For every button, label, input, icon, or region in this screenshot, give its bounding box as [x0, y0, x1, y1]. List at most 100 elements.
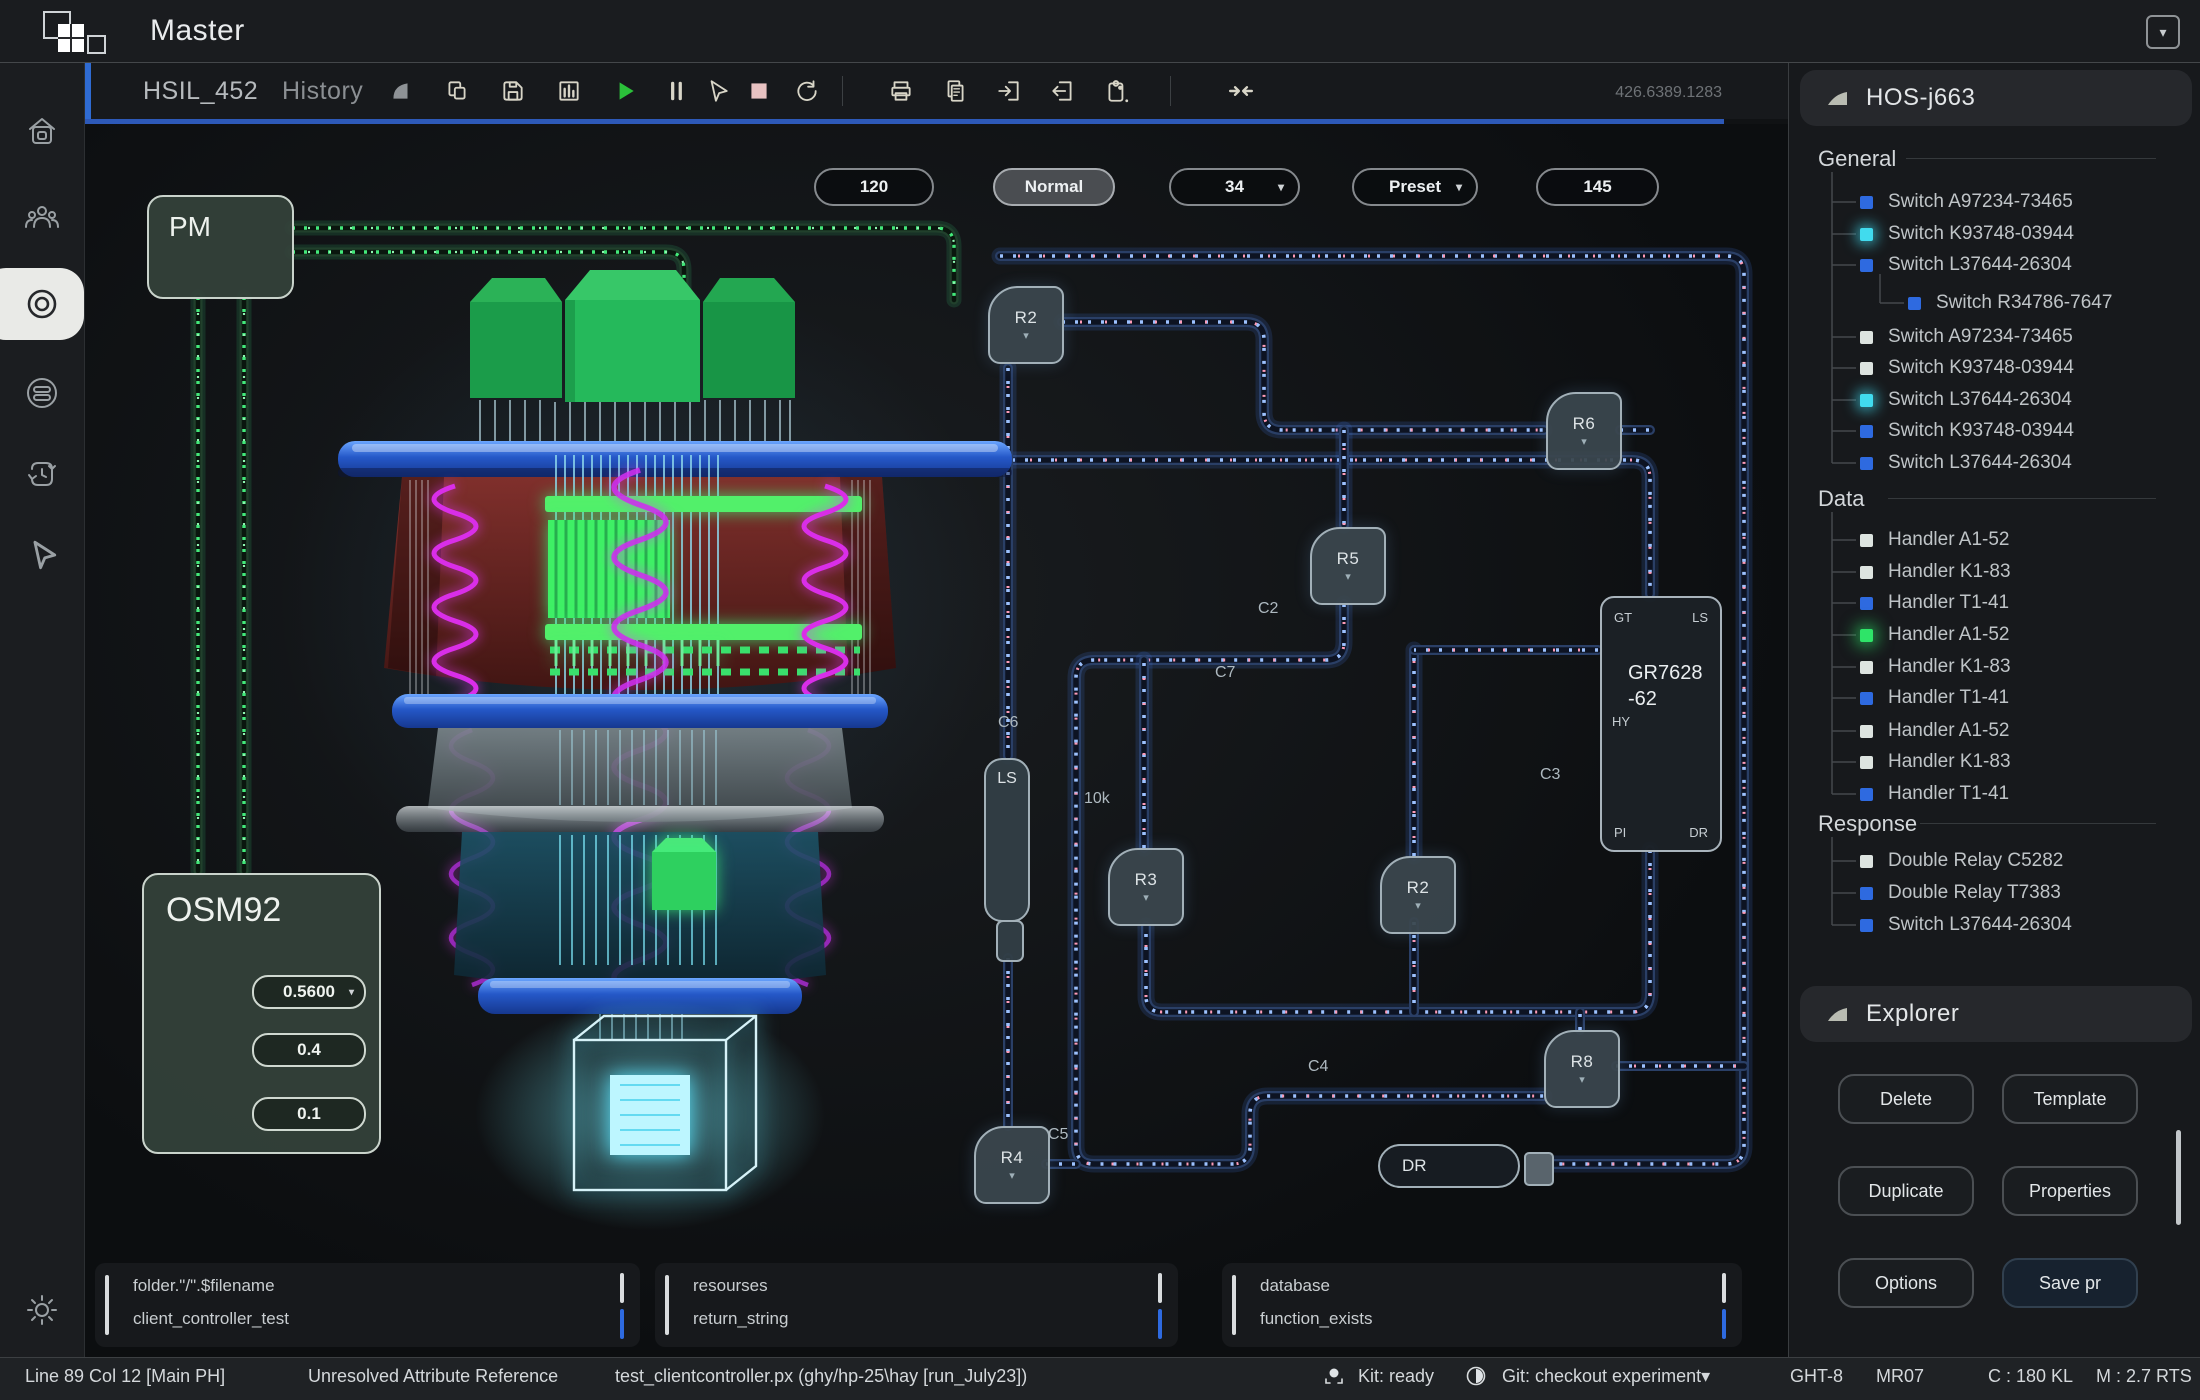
chevron-down-icon [1456, 180, 1462, 194]
tree-item[interactable]: Switch A97234-73465 [1860, 325, 2073, 349]
kit-status[interactable]: Kit: ready [1358, 1366, 1434, 1387]
home-icon [24, 115, 60, 147]
play-icon[interactable] [612, 78, 638, 104]
flag-icon[interactable] [388, 78, 414, 104]
tree-item[interactable]: Switch L37644-26304 [1860, 451, 2072, 475]
tree-item[interactable]: Handler A1-52 [1860, 719, 2009, 743]
duplicate-button[interactable]: Duplicate [1838, 1166, 1974, 1216]
node-r8[interactable]: R8 [1544, 1030, 1620, 1108]
tree-item[interactable]: Switch A97234-73465 [1860, 190, 2073, 214]
node-label: R3 [1135, 870, 1158, 890]
node-r2-top[interactable]: R2 [988, 286, 1064, 364]
io-panel-resources[interactable]: resourses return_string [655, 1263, 1178, 1347]
sidebar-item-settings[interactable] [22, 1290, 62, 1330]
node-r5[interactable]: R5 [1310, 527, 1386, 605]
explorer-title: Explorer [1866, 1000, 1959, 1028]
sidebar-item-history[interactable] [22, 454, 62, 494]
sidebar-item-cursor[interactable] [22, 535, 62, 575]
value-field-left[interactable]: 120 [814, 168, 934, 206]
histogram-icon[interactable] [556, 78, 582, 104]
pm-module-label: PM [169, 211, 211, 243]
section-data: Data [1818, 486, 1864, 512]
node-ls[interactable]: LS [984, 758, 1030, 922]
io-panel-database[interactable]: database function_exists [1222, 1263, 1742, 1347]
print-icon[interactable] [888, 78, 914, 104]
tab-hsil452[interactable]: HSIL_452 [143, 77, 258, 106]
node-r2-mid[interactable]: R2 [1380, 856, 1456, 934]
tree-item[interactable]: Handler K1-83 [1860, 560, 2011, 584]
preset-dropdown[interactable]: Preset [1352, 168, 1478, 206]
tree-item[interactable]: Switch K93748-03944 [1860, 356, 2074, 380]
sidebar-item-users[interactable] [22, 197, 62, 237]
tab-history[interactable]: History [282, 77, 363, 106]
node-label: R5 [1337, 549, 1360, 569]
osm-value-dropdown[interactable]: 0.5600 [252, 975, 366, 1009]
chevron-down-icon [1415, 899, 1421, 912]
import-icon[interactable] [1050, 78, 1076, 104]
status-square [1860, 228, 1873, 241]
tree-item[interactable]: Switch K93748-03944 [1860, 419, 2074, 443]
status-square [1860, 394, 1873, 407]
tree-item[interactable]: Handler K1-83 [1860, 750, 2011, 774]
git-status[interactable]: Git: checkout experiment▾ [1502, 1366, 1710, 1387]
value-field-right[interactable]: 145 [1536, 168, 1659, 206]
options-button[interactable]: Options [1838, 1258, 1974, 1308]
node-r6[interactable]: R6 [1546, 392, 1622, 470]
tree-item[interactable]: Switch L37644-26304 [1860, 253, 2072, 277]
toolbar-underline [84, 119, 1724, 124]
tree-item[interactable]: Double Relay C5282 [1860, 849, 2063, 873]
tree-item-child[interactable]: Switch R34786-7647 [1908, 291, 2112, 315]
tree-item[interactable]: Handler A1-52 [1860, 528, 2009, 552]
pause-icon[interactable] [664, 78, 690, 104]
osm-value-field-3[interactable]: 0.1 [252, 1097, 366, 1131]
clipboard-icon[interactable] [1104, 78, 1130, 104]
duplicate-doc-icon[interactable] [942, 78, 968, 104]
cursor-icon[interactable] [704, 78, 730, 104]
tree-item-label: Switch L37644-26304 [1888, 389, 2072, 411]
panel-scrollbar[interactable] [2176, 1130, 2181, 1225]
refresh-icon[interactable] [794, 78, 820, 104]
tree-item[interactable]: Handler T1-41 [1860, 591, 2009, 615]
export-icon[interactable] [996, 78, 1022, 104]
tree-item[interactable]: Switch L37644-26304 [1860, 388, 2072, 412]
node-r3[interactable]: R3 [1108, 848, 1184, 926]
template-button[interactable]: Template [2002, 1074, 2138, 1124]
collapse-icon[interactable] [1228, 78, 1254, 104]
status-square [1860, 629, 1873, 642]
delete-button[interactable]: Delete [1838, 1074, 1974, 1124]
chip-gr7628[interactable]: GT LS GR7628 -62 HY PI DR [1600, 596, 1722, 852]
status-square [1860, 331, 1873, 344]
io-panel-filename[interactable]: folder."/".$filename client_controller_t… [95, 1263, 640, 1347]
status-message[interactable]: Unresolved Attribute Reference [308, 1366, 558, 1387]
status-square [1860, 196, 1873, 209]
node-label: R8 [1571, 1052, 1594, 1072]
file-info[interactable]: test_clientcontroller.px (ghy/hp-25\hay … [615, 1366, 1027, 1387]
pm-module[interactable]: PM [147, 195, 294, 299]
tree-item[interactable]: Handler A1-52 [1860, 623, 2009, 647]
value-dropdown[interactable]: 34 [1169, 168, 1300, 206]
node-dr[interactable]: DR [1378, 1144, 1520, 1188]
properties-button[interactable]: Properties [2002, 1166, 2138, 1216]
tree-item-label: Handler T1-41 [1888, 687, 2009, 709]
tree-item[interactable]: Handler T1-41 [1860, 686, 2009, 710]
tree-item[interactable]: Switch K93748-03944 [1860, 222, 2074, 246]
stop-icon[interactable] [746, 78, 772, 104]
explorer-header[interactable]: Explorer [1800, 986, 2192, 1042]
save-pr-button[interactable]: Save pr [2002, 1258, 2138, 1308]
status-square [1860, 362, 1873, 375]
tree-item[interactable]: Double Relay T7383 [1860, 881, 2061, 905]
mode-toggle[interactable]: Normal [993, 168, 1115, 206]
tree-item[interactable]: Handler K1-83 [1860, 655, 2011, 679]
io-indicator-blue [620, 1309, 624, 1339]
copy-icon[interactable] [444, 78, 470, 104]
sidebar-item-record[interactable] [22, 284, 62, 324]
tree-item[interactable]: Switch L37644-26304 [1860, 913, 2072, 937]
save-icon[interactable] [500, 78, 526, 104]
sidebar-item-layers[interactable] [22, 373, 62, 413]
window-menu-button[interactable] [2146, 15, 2180, 49]
sidebar-item-home[interactable] [22, 111, 62, 151]
osm-value-field-2[interactable]: 0.4 [252, 1033, 366, 1067]
tree-item[interactable]: Handler T1-41 [1860, 782, 2009, 806]
tree-item-label: Switch R34786-7647 [1936, 292, 2112, 314]
node-r4[interactable]: R4 [974, 1126, 1050, 1204]
